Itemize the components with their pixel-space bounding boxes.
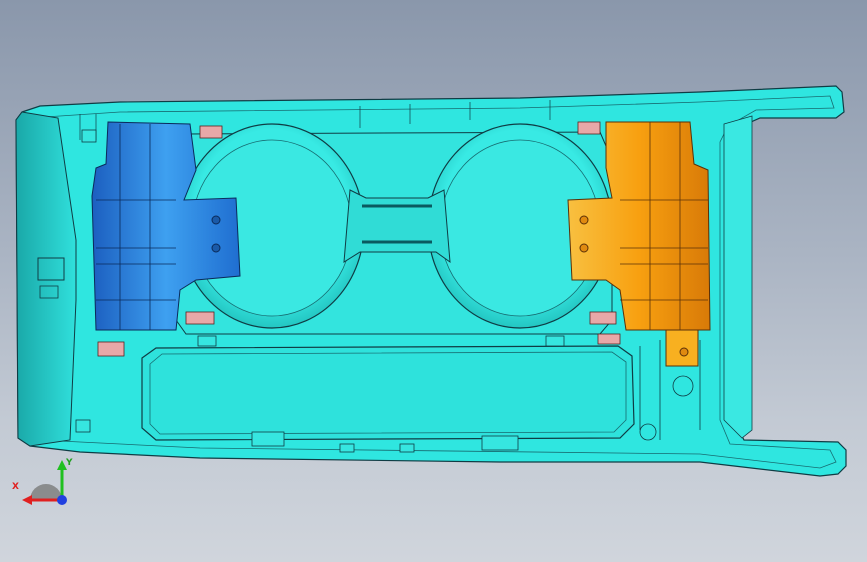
storage-compartment[interactable]: [141, 345, 635, 441]
triad-base: [30, 484, 62, 500]
part-model[interactable]: [0, 0, 867, 562]
right-bracket-hole-top: [579, 215, 589, 225]
right-end-panel: [723, 115, 753, 439]
left-bracket-hole-bottom: [211, 243, 221, 253]
y-axis-label: Y: [66, 458, 73, 468]
coordinate-triad: X Y: [8, 456, 78, 516]
right-bracket-hole-bottom: [579, 243, 589, 253]
z-axis-dot: [57, 495, 67, 505]
left-bracket-hole-top: [211, 215, 221, 225]
x-axis-label: X: [12, 482, 19, 492]
cup-bridge: [343, 189, 451, 264]
cad-viewport[interactable]: X Y: [0, 0, 867, 562]
